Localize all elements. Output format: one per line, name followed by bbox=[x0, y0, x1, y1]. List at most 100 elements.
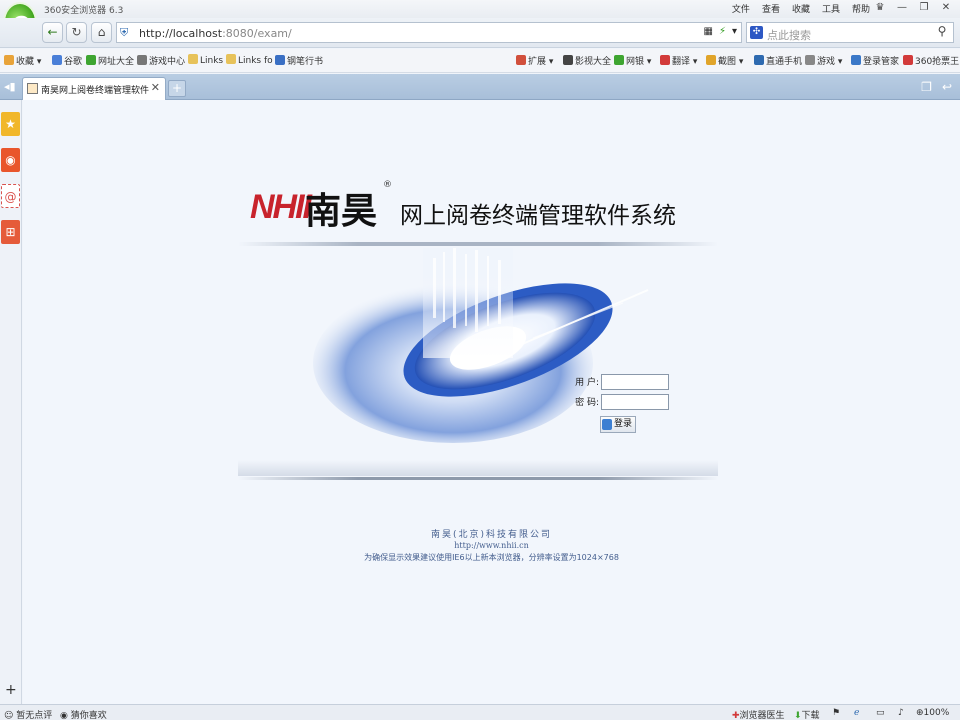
zoom-level[interactable]: ⊕100% bbox=[916, 708, 949, 718]
translate-icon bbox=[660, 55, 670, 65]
page-content: NHII 南昊 ® 网上阅卷终端管理软件系统 用 户: 密 码: 登录 南昊(北… bbox=[23, 100, 960, 704]
search-box[interactable]: ✣ 点此搜索 ⚲ bbox=[746, 22, 954, 43]
toolbar-extensions[interactable]: 扩展 ▾ bbox=[516, 54, 553, 67]
company-name: 南昊(北京)科技有限公司 bbox=[430, 530, 553, 540]
top-menu: 文件 查看 收藏 工具 帮助 bbox=[732, 2, 870, 15]
url-path: :8080/exam/ bbox=[222, 27, 292, 40]
address-dropdown-icon[interactable]: ▾ bbox=[732, 26, 737, 37]
downloads[interactable]: ⬇下载 bbox=[794, 708, 820, 720]
status-bar: ☺ 暂无点评 ◉ 猜你喜欢 ✚浏览器医生 ⬇下载 ⚑ ℯ ▭ ♪ ⊕100% bbox=[0, 704, 960, 720]
toolbar-login-manager[interactable]: 登录管家 bbox=[851, 54, 899, 67]
menu-help[interactable]: 帮助 bbox=[852, 2, 870, 15]
page-favicon-icon bbox=[27, 83, 38, 94]
registered-mark: ® bbox=[383, 180, 392, 190]
games-icon bbox=[805, 55, 815, 65]
volume-icon[interactable]: ♪ bbox=[898, 708, 904, 718]
tab-close-icon[interactable]: ✕ bbox=[151, 81, 160, 94]
bookmark-google[interactable]: 谷歌 bbox=[52, 54, 82, 67]
username-input[interactable] bbox=[601, 374, 669, 390]
password-label: 密 码: bbox=[575, 397, 599, 408]
security-shield-icon[interactable]: ⛨ bbox=[120, 26, 133, 39]
search-engine-icon[interactable]: ✣ bbox=[750, 26, 763, 39]
speed-mode-icon[interactable]: ⚡ bbox=[719, 26, 726, 37]
ebank-icon bbox=[614, 55, 624, 65]
minimize-icon[interactable]: — bbox=[892, 0, 912, 15]
toolbar-translate[interactable]: 翻译 ▾ bbox=[660, 54, 697, 67]
bookmark-game-center[interactable]: 游戏中心 bbox=[137, 54, 185, 67]
review-status[interactable]: ☺ 暂无点评 bbox=[4, 708, 52, 720]
toolbar-games[interactable]: 游戏 ▾ bbox=[805, 54, 842, 67]
menu-file[interactable]: 文件 bbox=[732, 2, 750, 15]
bookmark-links[interactable]: Links bbox=[188, 54, 223, 66]
bookmark-site-directory[interactable]: 网址大全 bbox=[86, 54, 134, 67]
undo-close-icon[interactable]: ↩ bbox=[942, 80, 952, 94]
disc-illustration bbox=[313, 248, 649, 443]
favorites-icon bbox=[4, 55, 14, 65]
address-text[interactable]: http://localhost:8080/exam/ bbox=[139, 27, 292, 40]
skin-icon[interactable]: ♛ bbox=[870, 0, 890, 15]
window-mode-icon[interactable]: ▭ bbox=[876, 708, 885, 718]
email-icon[interactable]: @ bbox=[1, 184, 20, 208]
plus-icon: + bbox=[171, 81, 183, 95]
home-button[interactable]: ⌂ bbox=[91, 22, 112, 43]
address-icons: ▦ ⚡ ▾ bbox=[703, 26, 737, 37]
search-input[interactable]: 点此搜索 bbox=[767, 27, 811, 43]
toolbar-phone[interactable]: 直通手机 bbox=[754, 54, 802, 67]
feedback-icon[interactable]: ⚑ bbox=[832, 708, 840, 718]
tab-bar: ◂▮ 南昊网上阅卷终端管理软件系统 ✕ + ❐ ↩ bbox=[0, 74, 960, 100]
folder-icon bbox=[188, 54, 198, 64]
title-bar: 360安全浏览器 6.3 文件 查看 收藏 工具 帮助 ♛ — ❐ ✕ bbox=[0, 0, 960, 18]
user-row: 用 户: bbox=[568, 374, 669, 390]
login-manager-icon bbox=[851, 55, 861, 65]
toolbar-screenshot[interactable]: 截图 ▾ bbox=[706, 54, 743, 67]
toolbar-video[interactable]: 影视大全 bbox=[563, 54, 611, 67]
window-title: 360安全浏览器 6.3 bbox=[44, 6, 124, 16]
recommend-icon: ◉ bbox=[60, 711, 68, 720]
restore-tab-icon[interactable]: ❐ bbox=[921, 80, 932, 94]
bookmark-calligraphy[interactable]: 钢笔行书 bbox=[275, 54, 323, 67]
ie-mode-icon[interactable]: ℯ bbox=[854, 708, 859, 718]
browser-doctor[interactable]: ✚浏览器医生 bbox=[732, 708, 785, 720]
back-button[interactable]: ← bbox=[42, 22, 63, 43]
search-icon[interactable]: ⚲ bbox=[933, 24, 951, 41]
login-button[interactable]: 登录 bbox=[600, 416, 636, 433]
restore-icon[interactable]: ❐ bbox=[914, 0, 934, 15]
shopping-icon[interactable]: ⊞ bbox=[1, 220, 20, 244]
tab-title: 南昊网上阅卷终端管理软件系统 bbox=[41, 86, 149, 96]
zoom-icon: ⊕ bbox=[916, 708, 924, 718]
address-bar[interactable]: ⛨ http://localhost:8080/exam/ ▦ ⚡ ▾ bbox=[116, 22, 742, 43]
close-icon[interactable]: ✕ bbox=[936, 0, 956, 15]
bookmark-favorites[interactable]: 收藏 ▾ bbox=[4, 54, 41, 67]
sidebar-toggle-icon[interactable]: ◂▮ bbox=[4, 80, 16, 93]
bookmark-links-fo[interactable]: Links fo bbox=[226, 54, 273, 66]
brand-chinese: 南昊 bbox=[305, 191, 378, 232]
toolbar-ebank[interactable]: 网银 ▾ bbox=[614, 54, 651, 67]
company-website[interactable]: http://www.nhii.cn bbox=[23, 541, 960, 550]
back-arrow-icon: ← bbox=[47, 25, 58, 39]
menu-tools[interactable]: 工具 bbox=[822, 2, 840, 15]
toolbar-ticket-grabber[interactable]: 360抢票王 bbox=[903, 54, 959, 67]
phone-icon bbox=[754, 55, 764, 65]
favorites-star-icon[interactable]: ★ bbox=[1, 112, 20, 136]
bottom-shadow bbox=[238, 460, 718, 476]
system-title: 网上阅卷终端管理软件系统 bbox=[400, 203, 676, 229]
menu-view[interactable]: 查看 bbox=[762, 2, 780, 15]
add-sidebar-icon[interactable]: + bbox=[5, 682, 17, 698]
qr-code-icon[interactable]: ▦ bbox=[703, 26, 712, 37]
download-icon: ⬇ bbox=[794, 711, 802, 720]
password-input[interactable] bbox=[601, 394, 669, 410]
google-icon bbox=[52, 55, 62, 65]
weibo-icon[interactable]: ◉ bbox=[1, 148, 20, 172]
screenshot-icon bbox=[706, 55, 716, 65]
doctor-icon: ✚ bbox=[732, 711, 740, 720]
menu-favorites[interactable]: 收藏 bbox=[792, 2, 810, 15]
gamepad-icon bbox=[137, 55, 147, 65]
url-host: http://localhost bbox=[139, 27, 223, 40]
bottom-divider bbox=[238, 477, 718, 480]
left-sidebar: ★ ◉ @ ⊞ + bbox=[0, 100, 22, 704]
recommendations[interactable]: ◉ 猜你喜欢 bbox=[60, 708, 107, 720]
refresh-button[interactable]: ↻ bbox=[66, 22, 87, 43]
tab-exam[interactable]: 南昊网上阅卷终端管理软件系统 ✕ bbox=[22, 77, 166, 100]
video-icon bbox=[563, 55, 573, 65]
new-tab-button[interactable]: + bbox=[168, 80, 186, 97]
